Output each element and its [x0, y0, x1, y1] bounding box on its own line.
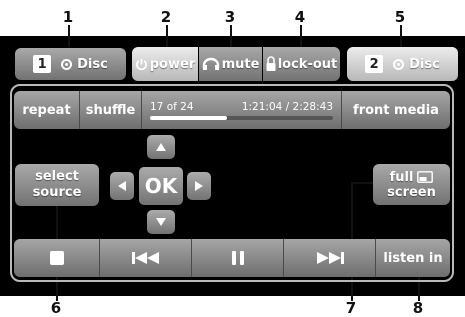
- left-arrow-button[interactable]: [110, 172, 134, 200]
- shuffle-button[interactable]: shuffle: [80, 91, 142, 129]
- disc-1-button[interactable]: 1 Disc: [15, 48, 126, 80]
- callout-4: 4: [294, 8, 306, 26]
- lock-icon: [266, 56, 276, 71]
- leader-line-4: [300, 25, 302, 47]
- stop-icon: [49, 251, 64, 265]
- ok-button[interactable]: OK: [139, 167, 183, 205]
- leader-line-1: [68, 25, 70, 47]
- callout-1: 1: [62, 8, 74, 26]
- repeat-label: repeat: [22, 102, 71, 118]
- callout-2: 2: [160, 8, 172, 26]
- disc-2-label: Disc: [409, 56, 440, 72]
- next-track-button[interactable]: [284, 239, 376, 277]
- pause-icon: [231, 251, 244, 265]
- listen-in-button[interactable]: listen in: [376, 239, 450, 277]
- track-counter: 17 of 24: [150, 100, 194, 113]
- full-screen-line2: screen: [387, 184, 436, 200]
- elapsed-time: 1:21:04 / 2:28:43: [241, 100, 333, 113]
- mute-label: mute: [221, 56, 260, 72]
- disc-icon: [393, 58, 405, 70]
- previous-track-icon: [131, 252, 159, 264]
- select-source-line1: select: [35, 169, 79, 184]
- full-screen-button[interactable]: full screen: [373, 164, 450, 205]
- ok-label: OK: [144, 174, 178, 198]
- power-icon: [135, 58, 147, 70]
- next-track-icon: [316, 252, 344, 264]
- front-media-button[interactable]: front media: [342, 91, 450, 129]
- previous-track-button[interactable]: [100, 239, 192, 277]
- progress-bar[interactable]: [150, 115, 333, 120]
- leader-line-2: [166, 25, 168, 47]
- left-arrow-icon: [118, 181, 126, 191]
- down-arrow-icon: [156, 218, 166, 226]
- headphones-icon: [202, 57, 219, 70]
- callout-3: 3: [224, 8, 236, 26]
- pause-button[interactable]: [192, 239, 284, 277]
- lock-out-button[interactable]: lock-out: [263, 47, 340, 81]
- lock-out-label: lock-out: [277, 56, 338, 72]
- stop-button[interactable]: [14, 239, 100, 277]
- select-source-button[interactable]: select source: [15, 164, 99, 206]
- front-media-label: front media: [353, 102, 439, 118]
- right-arrow-icon: [195, 181, 203, 191]
- up-arrow-icon: [156, 143, 166, 151]
- screen-icon: [417, 171, 434, 183]
- track-progress-area: 17 of 24 1:21:04 / 2:28:43: [142, 91, 342, 129]
- shuffle-label: shuffle: [85, 102, 136, 118]
- disc-1-badge: 1: [33, 55, 52, 73]
- disc-2-button[interactable]: 2 Disc: [347, 47, 458, 81]
- full-screen-line1: full: [389, 169, 414, 185]
- leader-line-3: [230, 25, 232, 47]
- right-arrow-button[interactable]: [187, 172, 211, 200]
- repeat-button[interactable]: repeat: [14, 91, 80, 129]
- power-label: power: [149, 56, 196, 72]
- select-source-line2: source: [32, 185, 82, 200]
- callout-5: 5: [394, 8, 406, 26]
- power-button[interactable]: power: [132, 47, 198, 81]
- progress-fill: [150, 115, 227, 120]
- up-arrow-button[interactable]: [147, 135, 175, 159]
- disc-1-label: Disc: [77, 56, 108, 72]
- listen-in-label: listen in: [383, 250, 443, 266]
- down-arrow-button[interactable]: [147, 210, 175, 234]
- mute-button[interactable]: mute: [199, 47, 262, 81]
- disc-2-badge: 2: [365, 55, 384, 73]
- disc-icon: [61, 58, 73, 70]
- leader-line-5: [400, 25, 402, 47]
